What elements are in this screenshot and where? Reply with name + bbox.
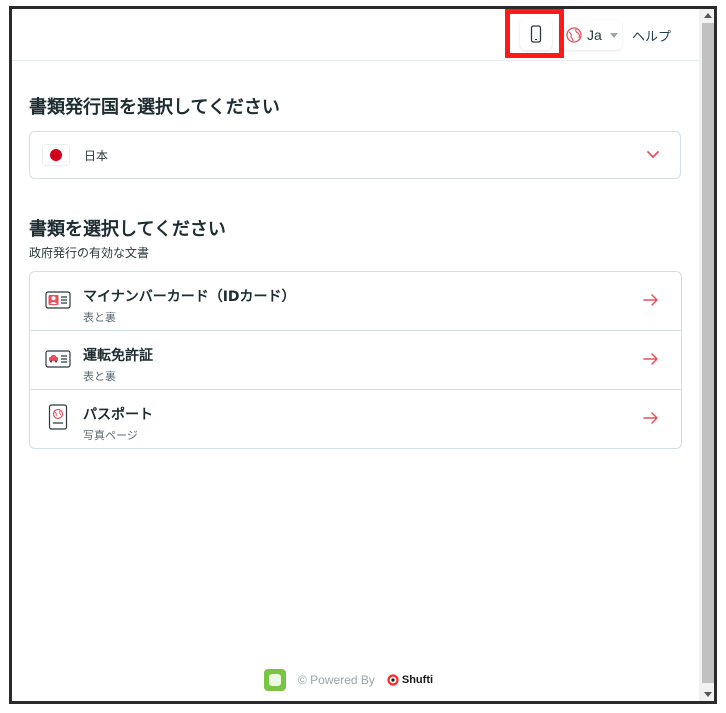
country-dropdown[interactable]: 日本 — [29, 131, 681, 179]
footer: © Powered By Shufti — [264, 669, 433, 691]
document-option-drivers-license[interactable]: 運転免許証 表と裏 — [30, 331, 681, 390]
document-section-title: 書類を選択してください — [29, 219, 226, 240]
brand-name: Shufti — [401, 674, 434, 686]
chevron-down-icon — [609, 32, 618, 38]
help-link[interactable]: ヘルプ — [632, 26, 671, 45]
document-option-my-number-card[interactable]: マイナンバーカード（IDカード） 表と裏 — [30, 272, 681, 331]
globe-icon — [566, 27, 582, 43]
document-label: 運転免許証 — [83, 348, 153, 364]
arrow-right-icon — [643, 294, 658, 306]
powered-by-text: © Powered By — [298, 673, 375, 687]
document-sublabel: 表と裏 — [83, 370, 116, 383]
chevron-down-icon — [647, 151, 659, 158]
scroll-thumb[interactable] — [702, 23, 714, 683]
japan-flag-icon — [42, 144, 70, 166]
document-sublabel: 写真ページ — [83, 429, 138, 442]
drivers-license-icon — [45, 350, 71, 368]
passport-icon — [48, 404, 68, 430]
arrow-right-icon — [643, 353, 658, 365]
provider-logo-icon — [264, 669, 286, 691]
app-window: Ja ヘルプ 書類発行国を選択してください 日本 書類を選択してください 政府発… — [9, 6, 717, 704]
scroll-up-icon[interactable] — [704, 13, 712, 18]
document-label: マイナンバーカード（IDカード） — [83, 289, 296, 305]
language-selector[interactable]: Ja — [560, 20, 622, 50]
document-section-subtitle: 政府発行の有効な文書 — [29, 246, 150, 260]
shufti-logo-icon — [387, 674, 399, 686]
arrow-right-icon — [643, 412, 658, 424]
language-label: Ja — [587, 27, 602, 43]
scrollbar[interactable] — [699, 9, 714, 701]
selected-country: 日本 — [84, 148, 109, 163]
document-option-passport[interactable]: パスポート 写真ページ — [30, 390, 681, 448]
highlight-box — [505, 9, 564, 58]
country-section-title: 書類発行国を選択してください — [29, 97, 280, 118]
document-label: パスポート — [83, 407, 153, 423]
id-card-icon — [45, 291, 71, 309]
brand-logo: Shufti — [387, 674, 433, 686]
document-sublabel: 表と裏 — [83, 311, 116, 324]
header-bar: Ja ヘルプ — [12, 9, 699, 61]
document-list: マイナンバーカード（IDカード） 表と裏 運転免許証 表と裏 パスポート 写真ペ… — [29, 271, 682, 449]
scroll-down-icon[interactable] — [704, 692, 712, 697]
